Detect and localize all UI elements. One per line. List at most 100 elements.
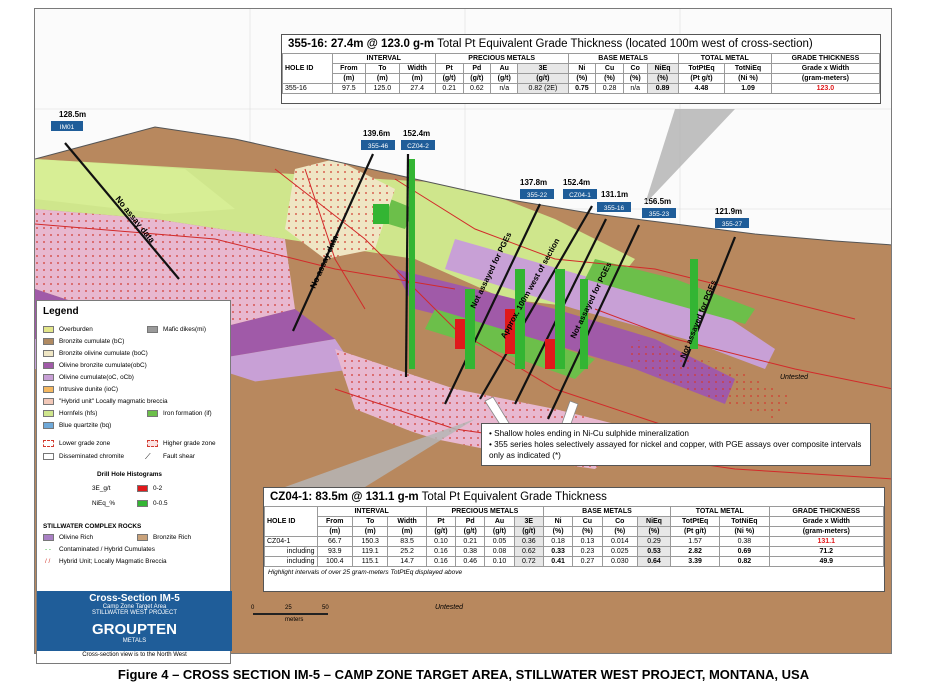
group-total: TOTAL METAL bbox=[669, 506, 770, 517]
col-head: Ni bbox=[542, 516, 574, 527]
table-cell: 119.1 bbox=[351, 546, 389, 557]
logo-text: GROUPTEN bbox=[91, 621, 177, 638]
table-cell: 0.21 bbox=[455, 536, 486, 547]
col-head: From bbox=[316, 516, 353, 527]
col-unit: (m) bbox=[331, 73, 367, 84]
table-cell: 0.23 bbox=[572, 546, 603, 557]
notes-callout: • Shallow holes ending in Ni-Cu sulphide… bbox=[481, 423, 871, 467]
legend-swatch bbox=[43, 398, 54, 405]
col-head: Pt bbox=[425, 516, 457, 527]
col-head: Au bbox=[490, 63, 519, 74]
legend: Legend Overburden Bronzite cumulate (bC)… bbox=[36, 300, 232, 664]
table-row: including 93.9 119.1 25.2 0.16 0.38 0.08… bbox=[264, 546, 885, 557]
group-total: TOTAL METAL bbox=[677, 53, 772, 64]
col-head: Pd bbox=[462, 63, 492, 74]
table-cell: 0.21 bbox=[434, 83, 464, 94]
collar-hole-cz04-1: CZ04-1 bbox=[569, 192, 591, 199]
legend-swatch bbox=[147, 410, 158, 417]
col-head: Width bbox=[387, 516, 427, 527]
table-cell: 0.89 bbox=[646, 83, 679, 94]
collar-hole-cz04-2: CZ04-2 bbox=[407, 143, 429, 150]
legend-label: Olivine cumulate(oC, oCb) bbox=[59, 374, 134, 381]
col-head: Width bbox=[398, 63, 436, 74]
figure-caption: Figure 4 – CROSS SECTION IM-5 – CAMP ZON… bbox=[117, 667, 810, 682]
col-head: TotPtEq bbox=[669, 516, 721, 527]
col-head: TotNiEq bbox=[719, 516, 770, 527]
table-cell: 0.62 bbox=[462, 83, 492, 94]
table-cell: 14.7 bbox=[387, 556, 427, 567]
table-cell: 0.16 bbox=[425, 546, 457, 557]
table-cell: 66.7 bbox=[316, 536, 353, 547]
assay-table-355-16: HOLE ID INTERVAL PRECIOUS METALS BASE ME… bbox=[282, 53, 881, 94]
col-head: From bbox=[331, 63, 367, 74]
table-cell: including bbox=[264, 546, 318, 557]
collar-elev-355-27: 121.9m bbox=[715, 207, 742, 216]
table-cell: 0.16 bbox=[425, 556, 457, 567]
table-cell: n/a bbox=[622, 83, 648, 94]
panel-footnote: Highlight intervals of over 25 gram-mete… bbox=[268, 569, 463, 576]
scale-unit: meters bbox=[285, 617, 304, 623]
table-cell: 0.33 bbox=[542, 546, 574, 557]
col-unit: (%) bbox=[595, 73, 624, 84]
legend-label: Overburden bbox=[59, 326, 93, 333]
assay-table-cz04-1: HOLE ID INTERVAL PRECIOUS METALS BASE ME… bbox=[264, 506, 885, 567]
table-cell: 0.82 (2E) bbox=[517, 83, 569, 94]
table-cell: 0.10 bbox=[425, 536, 457, 547]
group-interval: INTERVAL bbox=[316, 506, 427, 517]
col-head: NiEq bbox=[646, 63, 679, 74]
col-unit: (Pt g/t) bbox=[677, 73, 726, 84]
legend-label: Bronzite Rich bbox=[153, 534, 192, 541]
fault-line-icon: ⟋ bbox=[145, 452, 151, 461]
legend-label: 0-2 bbox=[153, 485, 163, 492]
table-cell: 0.41 bbox=[542, 556, 574, 567]
table-cell: 131.1 bbox=[768, 536, 885, 547]
table-cell: 0.29 bbox=[637, 536, 671, 547]
table-cell: 0.72 bbox=[513, 556, 544, 567]
col-unit: (g/t) bbox=[425, 526, 457, 537]
histogram-title: Drill Hole Histograms bbox=[97, 471, 162, 478]
collar-hole-355-46: 355-46 bbox=[368, 143, 389, 150]
table-row: 355-16 97.5 125.0 27.4 0.21 0.62 n/a 0.8… bbox=[282, 83, 881, 94]
legend-label: 0-0.5 bbox=[153, 500, 168, 507]
col-head: Cu bbox=[595, 63, 624, 74]
scale-tick-label: 50 bbox=[322, 605, 329, 611]
scale-tick-label: 25 bbox=[285, 605, 292, 611]
table-cell: 0.36 bbox=[513, 536, 544, 547]
table-cell: 93.9 bbox=[316, 546, 353, 557]
panel-top-headline: 27.4m @ 123.0 g-m bbox=[330, 38, 435, 50]
histogram-swatch-nieq bbox=[137, 500, 148, 507]
group-precious: PRECIOUS METALS bbox=[434, 53, 569, 64]
col-unit: (g/t) bbox=[490, 73, 519, 84]
panel-top-subtitle: Total Pt Equivalent Grade Thickness (loc… bbox=[437, 38, 813, 50]
table-cell: 83.5 bbox=[387, 536, 427, 547]
pointer-top bbox=[645, 109, 735, 204]
table-cell: 25.2 bbox=[387, 546, 427, 557]
table-cell: 0.82 bbox=[719, 556, 770, 567]
table-cell: 1.09 bbox=[724, 83, 772, 94]
legend-swatch bbox=[43, 326, 54, 333]
table-cell: 0.05 bbox=[484, 536, 515, 547]
note-text: Shallow holes ending in Ni-Cu sulphide m… bbox=[494, 429, 689, 438]
collar-hole-355-27: 355-27 bbox=[722, 221, 743, 228]
lower-grade-swatch bbox=[43, 440, 54, 447]
col-head: Pt bbox=[434, 63, 464, 74]
col-unit: (g/t) bbox=[434, 73, 464, 84]
col-unit: (g/t) bbox=[462, 73, 492, 84]
table-cell: 0.10 bbox=[484, 556, 515, 567]
note-text: 355 series holes selectively assayed for… bbox=[489, 440, 862, 461]
complex-title: STILLWATER COMPLEX ROCKS bbox=[43, 523, 142, 530]
collar-elev-355-46: 139.6m bbox=[363, 129, 390, 138]
table-cell: 0.38 bbox=[455, 546, 486, 557]
logo-sub: METALS bbox=[122, 638, 147, 644]
legend-label: Hornfels (hfs) bbox=[59, 410, 98, 417]
contaminated-line-icon: - - bbox=[45, 546, 52, 553]
section-title: Cross-Section IM-5 bbox=[89, 593, 180, 604]
table-cell: 0.014 bbox=[601, 536, 639, 547]
col-unit: (%) bbox=[572, 526, 603, 537]
view-note: Cross-section view is to the North West bbox=[82, 652, 187, 658]
col-head: TotNiEq bbox=[724, 63, 772, 74]
group-grade: GRADE THICKNESS bbox=[768, 506, 885, 517]
table-cell: 0.025 bbox=[601, 546, 639, 557]
col-unit: (m) bbox=[398, 73, 436, 84]
col-head: Co bbox=[601, 516, 639, 527]
